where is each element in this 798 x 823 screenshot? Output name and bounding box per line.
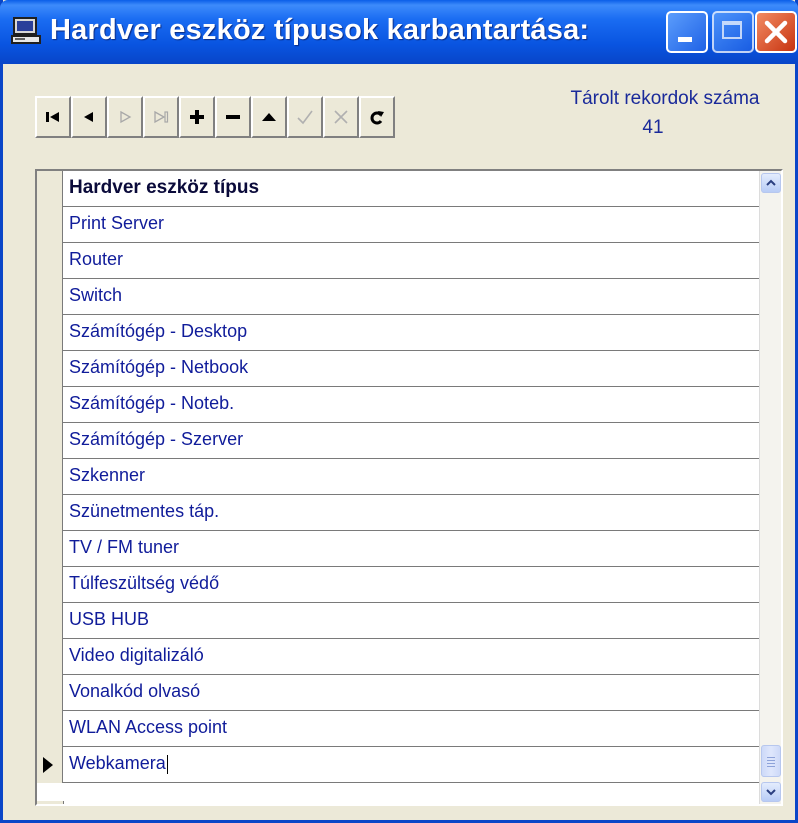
plus-icon: [190, 110, 204, 124]
table-row[interactable]: Video digitalizáló: [37, 639, 759, 675]
row-indicator-cell[interactable]: [37, 531, 63, 567]
window-title: Hardver eszköz típusok karbantartása:: [50, 14, 590, 46]
table-cell[interactable]: Számítógép - Netbook: [69, 357, 248, 378]
table-row[interactable]: Számítógép - Noteb.: [37, 387, 759, 423]
header-indicator-cell: [37, 171, 63, 207]
minimize-icon: [678, 37, 692, 42]
maximize-icon: [722, 21, 742, 39]
first-icon: [46, 112, 59, 122]
table-row[interactable]: Switch: [37, 279, 759, 315]
table-row[interactable]: TV / FM tuner: [37, 531, 759, 567]
table-cell[interactable]: Számítógép - Noteb.: [69, 393, 234, 414]
table-cell[interactable]: Router: [69, 249, 123, 270]
text-caret: [166, 754, 168, 774]
table-row[interactable]: Szkenner: [37, 459, 759, 495]
row-indicator-cell[interactable]: [37, 207, 63, 243]
cancel-edit-button: [323, 96, 359, 138]
row-indicator-cell[interactable]: [37, 603, 63, 639]
thumb-grip: [767, 763, 775, 764]
chevron-up-icon: [766, 179, 776, 186]
cell-value: Webkamera: [69, 753, 166, 773]
prior-record-button[interactable]: [71, 96, 107, 138]
row-indicator-cell[interactable]: [37, 459, 63, 495]
next-record-button: [107, 96, 143, 138]
records-count-value: 41: [642, 117, 664, 138]
close-button[interactable]: [755, 11, 797, 53]
row-indicator-cell[interactable]: [37, 495, 63, 531]
column-header-row: Hardver eszköz típus: [37, 171, 759, 207]
table-cell[interactable]: Számítógép - Desktop: [69, 321, 247, 342]
prior-icon: [84, 112, 93, 122]
row-indicator-cell[interactable]: [37, 279, 63, 315]
column-header[interactable]: Hardver eszköz típus: [69, 177, 259, 199]
minimize-button[interactable]: [666, 11, 708, 53]
row-indicator-cell[interactable]: [37, 639, 63, 675]
x-icon: [334, 110, 348, 124]
minus-icon: [226, 115, 240, 119]
chevron-down-icon: [766, 789, 776, 796]
row-indicator-cell[interactable]: [37, 387, 63, 423]
table-cell[interactable]: Print Server: [69, 213, 164, 234]
table-cell[interactable]: Vonalkód olvasó: [69, 681, 200, 702]
table-row[interactable]: Számítógép - Desktop: [37, 315, 759, 351]
data-grid[interactable]: Hardver eszköz típus Print Server Router…: [35, 169, 783, 806]
table-cell-editing[interactable]: Webkamera: [69, 753, 168, 774]
delete-record-button[interactable]: [215, 96, 251, 138]
post-edit-button: [287, 96, 323, 138]
close-icon: [764, 20, 788, 44]
table-cell[interactable]: Szünetmentes táp.: [69, 501, 219, 522]
scroll-down-button[interactable]: [761, 782, 781, 802]
title-bar[interactable]: Hardver eszköz típusok karbantartása:: [0, 0, 798, 64]
row-indicator-cell[interactable]: [37, 423, 63, 459]
table-cell[interactable]: Szkenner: [69, 465, 145, 486]
table-cell[interactable]: TV / FM tuner: [69, 537, 179, 558]
computer-icon: [11, 17, 41, 44]
next-icon: [120, 110, 132, 124]
current-row-arrow-icon: [43, 757, 53, 773]
table-cell[interactable]: Video digitalizáló: [69, 645, 204, 666]
first-record-button[interactable]: [35, 96, 71, 138]
edit-record-button[interactable]: [251, 96, 287, 138]
table-row[interactable]: Számítógép - Netbook: [37, 351, 759, 387]
row-indicator-cell[interactable]: [37, 315, 63, 351]
table-row[interactable]: Túlfeszültség védő: [37, 567, 759, 603]
insert-record-button[interactable]: [179, 96, 215, 138]
row-indicator-cell[interactable]: [37, 351, 63, 387]
maximize-button: [712, 11, 754, 53]
table-row[interactable]: Router: [37, 243, 759, 279]
up-triangle-icon: [262, 113, 276, 121]
thumb-grip: [767, 757, 775, 758]
row-indicator-cell[interactable]: [37, 711, 63, 747]
table-row[interactable]: Számítógép - Szerver: [37, 423, 759, 459]
refresh-icon: [370, 111, 384, 125]
refresh-data-button[interactable]: [359, 96, 395, 138]
table-row[interactable]: Szünetmentes táp.: [37, 495, 759, 531]
table-row[interactable]: USB HUB: [37, 603, 759, 639]
table-cell[interactable]: Számítógép - Szerver: [69, 429, 243, 450]
table-row[interactable]: Print Server: [37, 207, 759, 243]
last-record-button: [143, 96, 179, 138]
table-cell[interactable]: USB HUB: [69, 609, 149, 630]
row-indicator-cell[interactable]: [37, 243, 63, 279]
records-count-label: Tárolt rekordok száma: [570, 88, 760, 109]
checkmark-icon: [297, 110, 313, 125]
table-cell[interactable]: Túlfeszültség védő: [69, 573, 219, 594]
thumb-grip: [767, 766, 775, 767]
scroll-thumb[interactable]: [761, 745, 781, 777]
scroll-up-button[interactable]: [761, 173, 781, 193]
vertical-scrollbar[interactable]: [759, 171, 781, 804]
table-row-current[interactable]: Webkamera: [37, 747, 759, 783]
last-icon: [154, 110, 169, 124]
table-cell[interactable]: WLAN Access point: [69, 717, 227, 738]
thumb-grip: [767, 760, 775, 761]
table-cell[interactable]: Switch: [69, 285, 122, 306]
table-row[interactable]: Vonalkód olvasó: [37, 675, 759, 711]
row-indicator-cell[interactable]: [37, 567, 63, 603]
main-window: Hardver eszköz típusok karbantartása: Tá…: [0, 0, 798, 823]
table-row[interactable]: WLAN Access point: [37, 711, 759, 747]
row-indicator-cell[interactable]: [37, 675, 63, 711]
empty-indicator-area: [37, 801, 64, 804]
row-indicator-cell[interactable]: [37, 747, 63, 783]
